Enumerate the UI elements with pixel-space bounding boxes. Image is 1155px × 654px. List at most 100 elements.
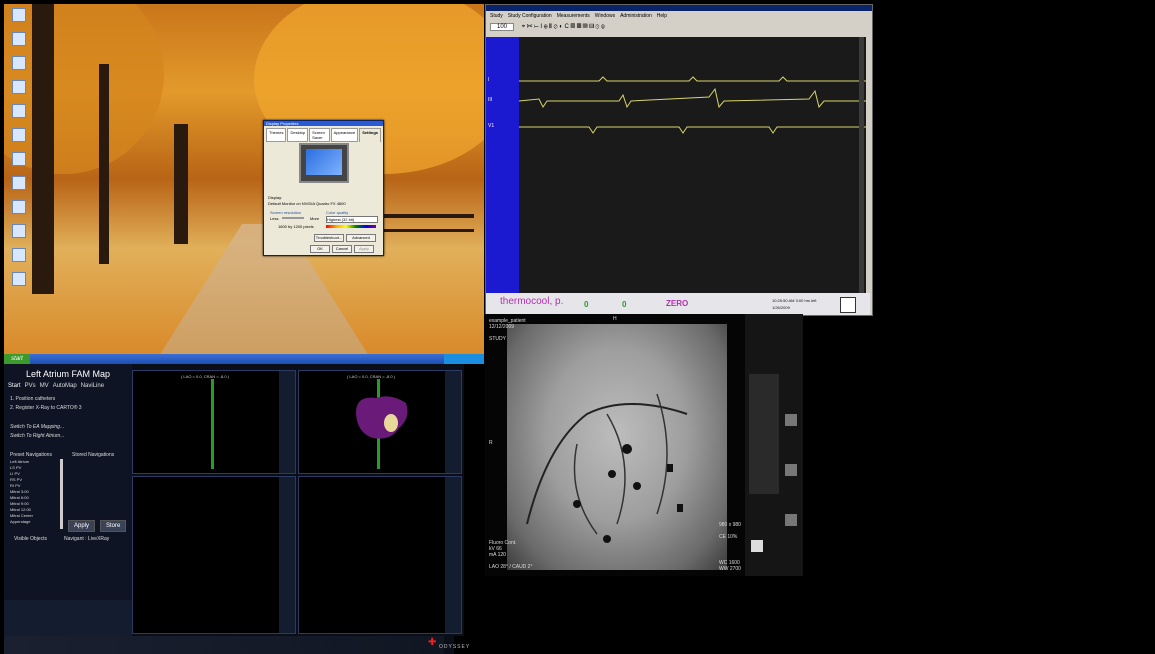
advanced-button[interactable]: Advanced	[346, 234, 376, 242]
desktop-icon[interactable]	[8, 104, 30, 119]
link-switch-right-atrium[interactable]: Switch To Right Atrium...	[10, 432, 126, 441]
fluoro-plane: H	[613, 316, 617, 322]
desktop-icon[interactable]	[8, 128, 30, 143]
preset-scrollbar[interactable]	[60, 459, 63, 529]
lead-label-i: I	[488, 77, 490, 83]
save-icon[interactable]	[840, 297, 856, 313]
start-button[interactable]: start	[4, 354, 30, 364]
stored-navigations-label: Stored Navigations	[72, 452, 115, 458]
zoom-select[interactable]: 100	[490, 23, 515, 31]
monitor-icon	[299, 143, 349, 183]
desktop-icon[interactable]	[8, 176, 30, 191]
fluoro-settings-list[interactable]	[749, 374, 779, 494]
navigant-label[interactable]: Navigant : LiveXRay	[64, 536, 109, 542]
carto-bottom-toolbar[interactable]: ODYSSEY ✚	[4, 636, 469, 654]
recording-status-bar: thermocool, p. 0 0 ZERO 10:25:50 AM 3:00…	[486, 293, 870, 315]
fluoro-control-panel[interactable]	[745, 314, 803, 576]
zero-button[interactable]: ZERO	[666, 299, 688, 308]
carto-tool-strip[interactable]	[4, 600, 132, 636]
tab-pvs[interactable]: PVs	[25, 383, 36, 389]
tab-appearance[interactable]: Appearance	[330, 128, 359, 142]
viewport-top-right[interactable]: ( LAO = 0.0, CRAN = -8.0 )	[298, 370, 462, 474]
cancel-button[interactable]: Cancel	[332, 245, 352, 253]
fluoro-ma: mA 120	[489, 552, 506, 558]
carto-mapping-window: Left Atrium FAM Map Start PVs MV AutoMap…	[4, 364, 464, 636]
viewport-top-left[interactable]: ( LAO = 0.0, CRAN = -8.0 )	[132, 370, 296, 474]
ok-button[interactable]: OK	[310, 245, 330, 253]
menu-study-configuration[interactable]: Study Configuration	[508, 11, 552, 21]
desktop-icon[interactable]	[8, 272, 30, 287]
more-label: More	[310, 216, 320, 221]
recording-menu-bar: Study Study Configuration Measurements W…	[486, 11, 872, 21]
viewport-controls[interactable]	[279, 371, 295, 473]
menu-administration[interactable]: Administration	[620, 11, 652, 21]
desktop-icon[interactable]	[8, 8, 30, 23]
menu-windows[interactable]: Windows	[595, 11, 615, 21]
fluoro-tool-button[interactable]	[785, 514, 797, 526]
desktop-icon[interactable]	[8, 248, 30, 263]
menu-measurements[interactable]: Measurements	[557, 11, 590, 21]
preset-navigations-label: Preset Navigations	[10, 452, 52, 458]
store-navigation-button[interactable]: Store	[100, 520, 127, 532]
tab-naviline[interactable]: NaviLine	[81, 383, 104, 389]
waveform-area[interactable]: I III V1	[486, 37, 866, 293]
viewport-bottom-right[interactable]	[298, 476, 462, 634]
step-2: 2. Register X-Ray to CARTO® 3	[10, 405, 82, 411]
fluoro-tool-button[interactable]	[785, 414, 797, 426]
ecg-traces	[519, 76, 866, 134]
viewport-controls[interactable]	[279, 477, 295, 633]
fluoro-capture-icon[interactable]	[751, 540, 763, 552]
menu-study[interactable]: Study	[490, 11, 503, 21]
desktop-icon[interactable]	[8, 224, 30, 239]
color-quality-select[interactable]: Highest (32 bit)	[326, 216, 378, 223]
tab-screen-saver[interactable]: Screen Saver	[309, 128, 330, 142]
desktop-icon[interactable]	[8, 32, 30, 47]
menu-help[interactable]: Help	[657, 11, 667, 21]
desktop-icon[interactable]	[8, 200, 30, 215]
troubleshoot-button[interactable]: Troubleshoot...	[314, 234, 344, 242]
fluoro-size: 980 x 980	[719, 522, 741, 528]
fluoro-tool-button[interactable]	[785, 464, 797, 476]
carto-side-panel: Left Atrium FAM Map Start PVs MV AutoMap…	[4, 364, 132, 636]
apply-navigation-button[interactable]: Apply	[68, 520, 96, 532]
visible-objects-label[interactable]: Visible Objects	[14, 536, 47, 542]
carto-tabs: Start PVs MV AutoMap NaviLine	[4, 379, 132, 393]
display-value: Default Monitor on NVIDIA Quadro FX 4600	[268, 201, 346, 206]
viewport-bottom-left[interactable]	[132, 476, 296, 634]
tab-settings[interactable]: Settings	[359, 128, 381, 142]
desktop-wallpaper: Display Properties Themes Desktop Screen…	[4, 4, 484, 354]
xray-image[interactable]	[507, 324, 727, 570]
toolbar-icons[interactable]: ⌖ ✂ ⊢ I ⊕ 𝄃𝄃 ⊘ ◐ C ▤ ▦ ▥ ▨ ⊙ ⊛	[522, 24, 605, 30]
resolution-slider[interactable]	[282, 217, 304, 219]
red-cross-icon[interactable]: ✚	[428, 638, 438, 648]
recording-date: 1/26/2009	[772, 305, 790, 310]
lead-label-iii: III	[488, 97, 493, 103]
display-properties-dialog: Display Properties Themes Desktop Screen…	[263, 120, 384, 256]
carto-tool-icons[interactable]	[4, 636, 444, 654]
color-bar	[326, 225, 376, 228]
fluoro-ww: WW 2700	[719, 566, 741, 572]
tab-themes[interactable]: Themes	[266, 128, 287, 142]
tab-start[interactable]: Start	[8, 383, 21, 389]
tab-mv[interactable]: MV	[40, 383, 49, 389]
tab-automap[interactable]: AutoMap	[53, 383, 77, 389]
desktop-icon[interactable]	[8, 152, 30, 167]
recording-window: Study Study Configuration Measurements W…	[485, 4, 873, 316]
fluoro-study: STUDY	[489, 336, 506, 342]
step-1: 1. Position catheters	[10, 396, 56, 402]
link-switch-ea-mapping[interactable]: Switch To EA Mapping...	[10, 423, 126, 432]
display-label: Display:	[268, 195, 283, 200]
desktop-icon[interactable]	[8, 80, 30, 95]
desktop-icon[interactable]	[8, 56, 30, 71]
recording-time: 10:25:50 AM 3:00 hrs left	[772, 298, 817, 303]
viewport-controls[interactable]	[445, 477, 461, 633]
map-title: Left Atrium FAM Map	[25, 369, 111, 379]
resolution-value: 1600 by 1200 pixels	[278, 224, 314, 229]
tab-desktop[interactable]: Desktop	[287, 128, 309, 142]
xray-overlays	[526, 393, 688, 543]
apply-button[interactable]: Apply	[354, 245, 374, 253]
waveform-scrollbar[interactable]	[859, 37, 864, 293]
viewport-controls[interactable]	[445, 371, 461, 473]
left-atrium-model[interactable]	[351, 393, 411, 443]
status-value-1: 0	[584, 300, 589, 309]
